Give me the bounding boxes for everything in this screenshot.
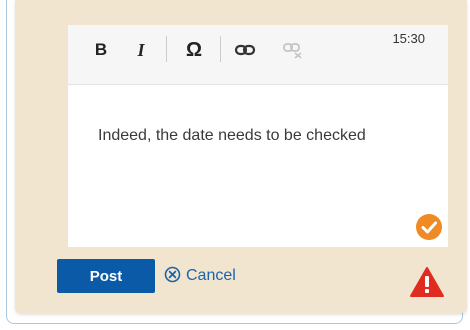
cancel-label: Cancel	[186, 267, 236, 284]
warning-icon[interactable]	[409, 266, 445, 298]
bold-button[interactable]: B	[92, 39, 110, 61]
comment-actions: Post Cancel	[57, 259, 457, 293]
timestamp: 15:30	[392, 31, 425, 46]
post-button[interactable]: Post	[57, 259, 155, 293]
cancel-circle-icon	[164, 266, 181, 283]
comment-frame: B I Ω 15:30 Indeed, the date needs to be…	[0, 0, 470, 330]
comment-editor[interactable]: B I Ω 15:30 Indeed, the date needs to be…	[68, 25, 448, 247]
comment-text[interactable]: Indeed, the date needs to be checked	[98, 121, 398, 151]
link-icon	[234, 44, 256, 56]
toolbar-separator	[166, 36, 167, 62]
special-character-button[interactable]: Ω	[182, 39, 206, 61]
check-circle-icon	[416, 214, 442, 240]
toolbar-separator	[220, 36, 221, 62]
cancel-link[interactable]: Cancel	[164, 259, 236, 293]
italic-button[interactable]: I	[132, 39, 150, 61]
editor-toolbar: B I Ω 15:30	[68, 25, 448, 85]
link-button[interactable]	[234, 41, 256, 63]
unlink-button[interactable]	[282, 41, 304, 63]
unlink-icon	[283, 43, 302, 59]
